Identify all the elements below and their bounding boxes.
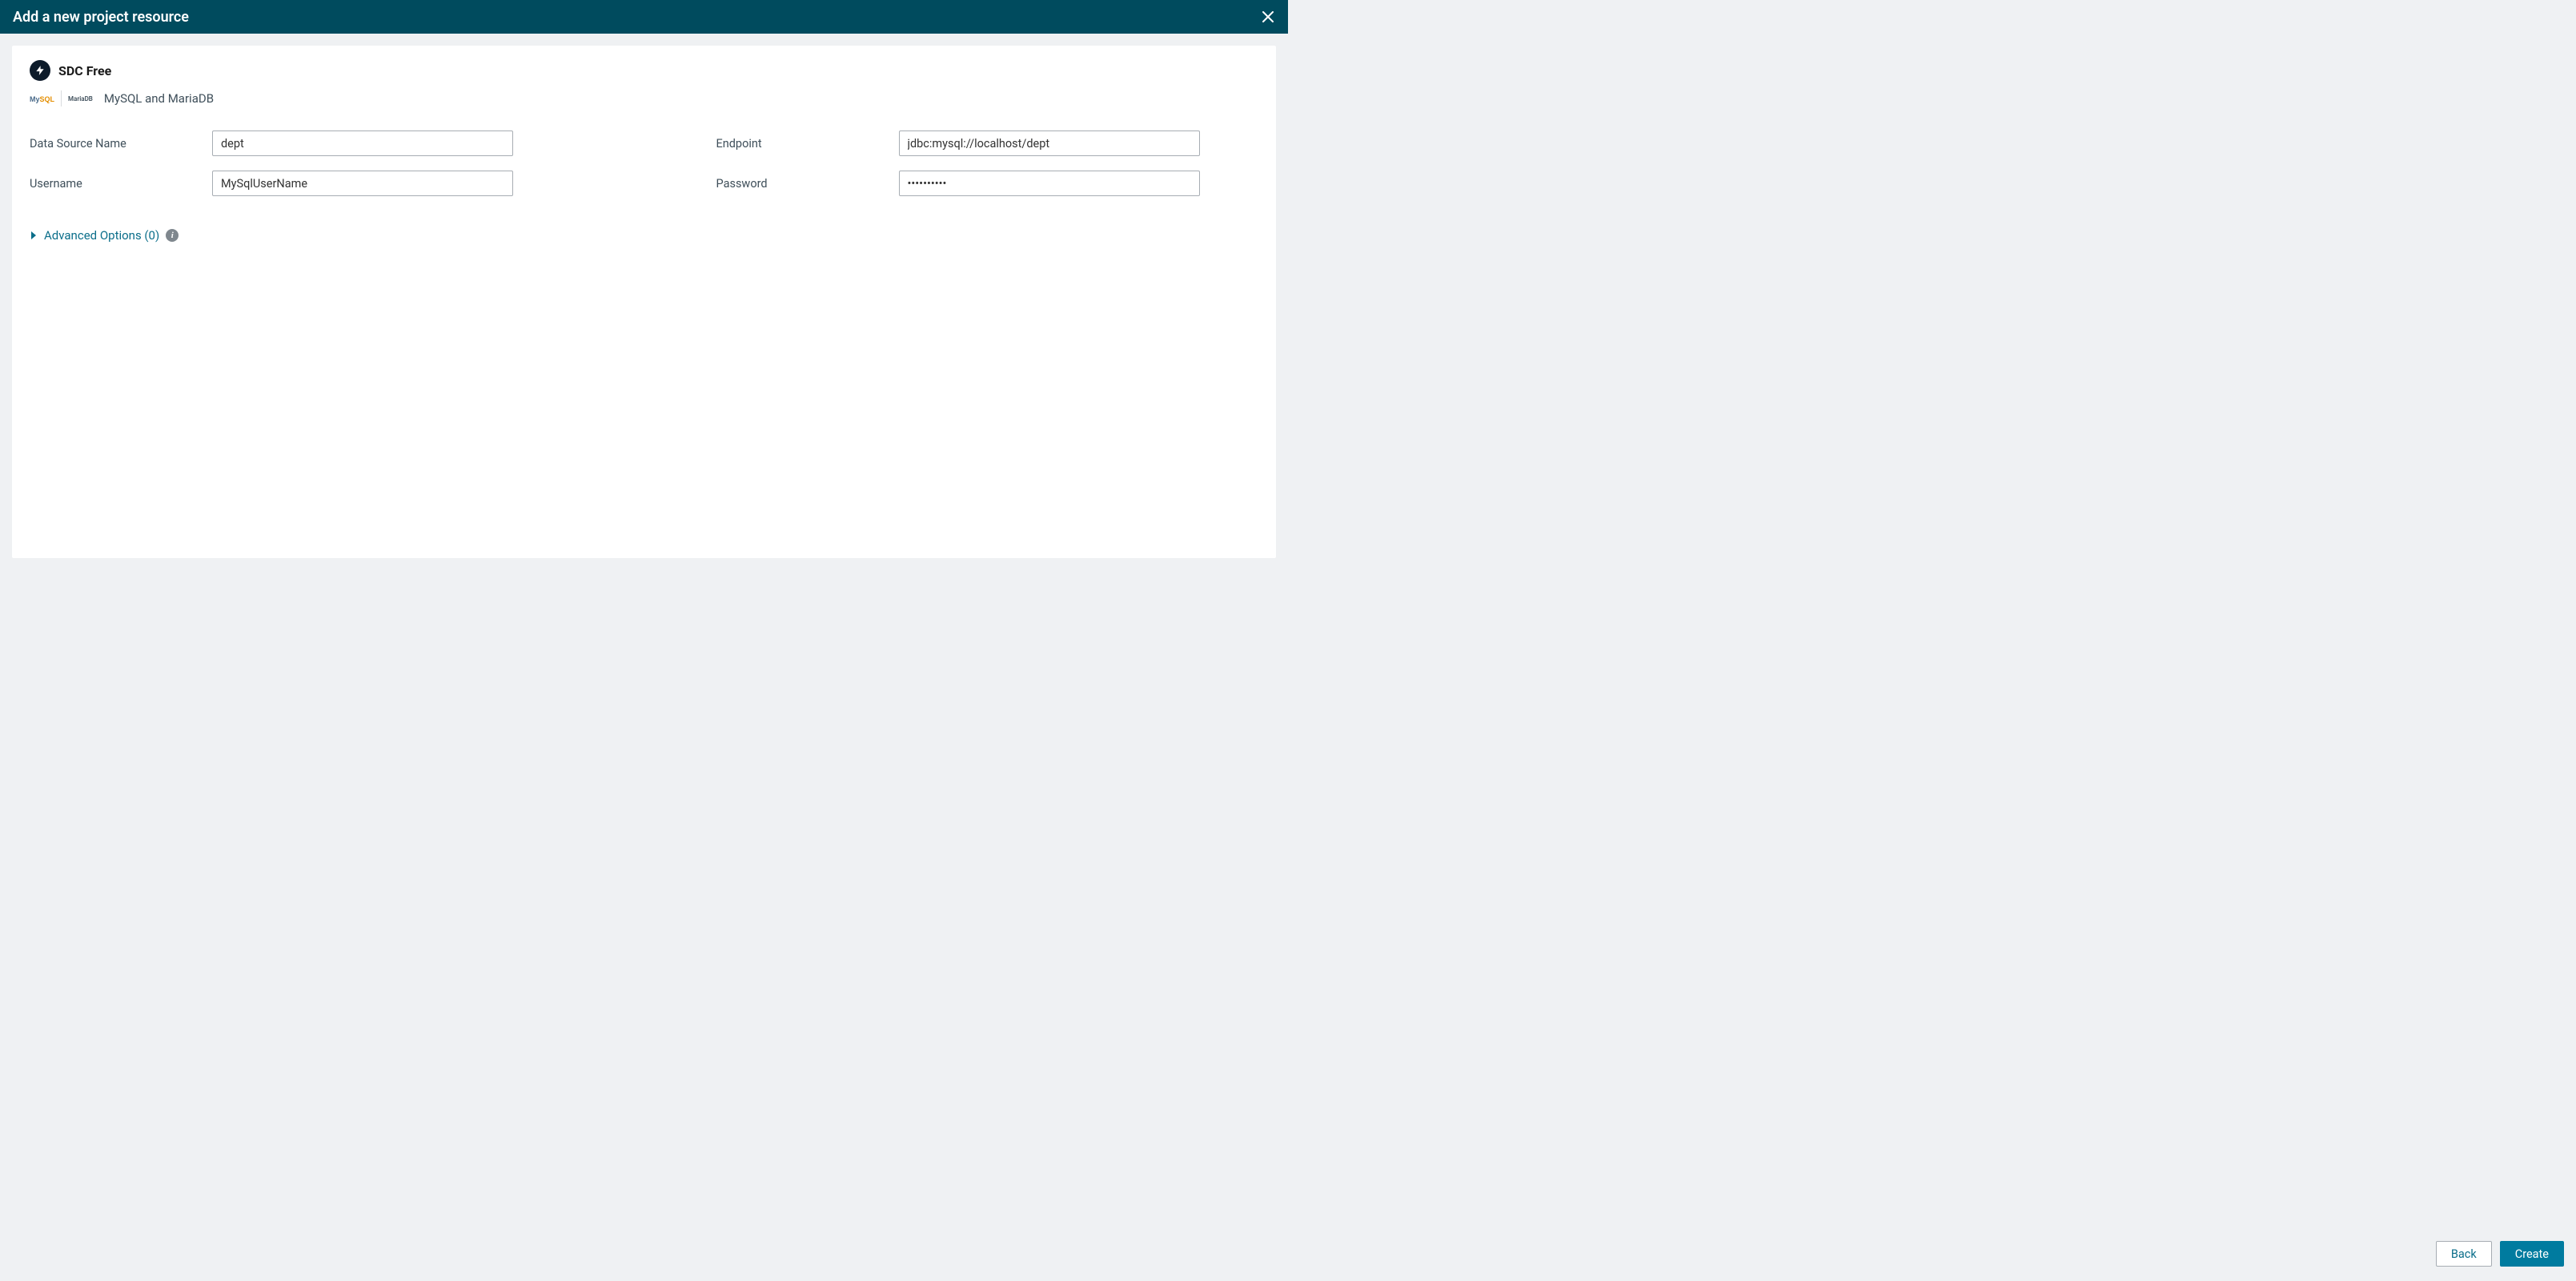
input-endpoint[interactable] (899, 131, 1200, 156)
input-data-source-name[interactable] (212, 131, 513, 156)
product-row: SDC Free (30, 60, 1258, 81)
caret-right-icon (31, 231, 36, 239)
mysql-logo-icon: MySQL (30, 91, 54, 106)
logo-separator (61, 90, 62, 106)
advanced-options-label: Advanced Options (0) (44, 228, 159, 243)
field-data-source-name: Data Source Name (30, 131, 572, 156)
database-type-row: MySQL MariaDB MySQL and MariaDB (30, 90, 1258, 106)
field-username: Username (30, 171, 572, 196)
info-icon[interactable]: i (166, 229, 179, 242)
field-endpoint: Endpoint (716, 131, 1259, 156)
content-panel: SDC Free MySQL MariaDB MySQL and MariaDB… (12, 46, 1276, 558)
label-endpoint: Endpoint (716, 137, 899, 151)
back-button[interactable]: Back (2436, 1241, 2492, 1267)
database-type-label: MySQL and MariaDB (104, 91, 214, 106)
advanced-options-toggle[interactable]: Advanced Options (0) i (31, 228, 1258, 243)
close-icon[interactable] (1260, 9, 1276, 25)
bolt-icon (30, 60, 50, 81)
form-grid: Data Source Name Endpoint Username Passw… (30, 131, 1258, 196)
product-name: SDC Free (58, 63, 111, 78)
dialog-footer: Back Create (2436, 1241, 2564, 1267)
label-username: Username (30, 177, 212, 191)
dialog-title: Add a new project resource (13, 9, 189, 26)
mariadb-logo-icon: MariaDB (68, 95, 93, 102)
field-password: Password (716, 171, 1259, 196)
input-username[interactable] (212, 171, 513, 196)
label-password: Password (716, 177, 899, 191)
input-password[interactable] (899, 171, 1200, 196)
label-data-source-name: Data Source Name (30, 137, 212, 151)
create-button[interactable]: Create (2500, 1241, 2564, 1267)
dialog-header: Add a new project resource (0, 0, 1288, 34)
